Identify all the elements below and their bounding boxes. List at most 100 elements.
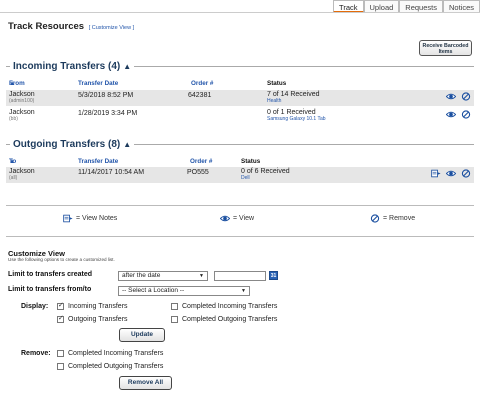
display-label: Display: [21, 303, 49, 310]
checkbox-label: Completed Outgoing Transfers [182, 316, 278, 323]
checkbox-label: Completed Outgoing Transfers [68, 363, 164, 370]
view-eye-icon[interactable] [446, 169, 456, 178]
view-eye-icon[interactable] [446, 92, 456, 101]
limit-location-label: Limit to transfers from/to [8, 286, 92, 293]
location-select-value: -- Select a Location -- [122, 287, 185, 294]
row-name: Jackson (bb) [9, 109, 35, 122]
page-title-text: Track Resources [8, 21, 85, 32]
divider [6, 236, 474, 237]
display-outgoing-checkbox[interactable]: Outgoing Transfers [57, 314, 128, 323]
remove-circle-icon[interactable] [461, 110, 471, 119]
date-input[interactable] [214, 271, 266, 281]
customize-view-description: Use the following options to create a cu… [8, 257, 115, 262]
legend-notes: = View Notes [63, 214, 117, 223]
receive-barcoded-items-button[interactable]: Receive Barcoded Items [419, 40, 472, 56]
display-completed-incoming-checkbox[interactable]: Completed Incoming Transfers [171, 303, 277, 310]
legend-remove: = Remove [370, 214, 415, 223]
name-text: Jackson [9, 91, 35, 98]
remove-label: Remove: [21, 350, 51, 357]
checkbox[interactable] [171, 316, 178, 323]
row-actions [431, 169, 471, 178]
date-filter-value: after the date [122, 272, 161, 279]
checkbox-label: Incoming Transfers [68, 303, 128, 310]
status-detail: Health [267, 98, 282, 104]
collapse-arrow-icon[interactable]: ▲ [123, 62, 131, 71]
col-order[interactable]: Order # [190, 158, 212, 165]
checkbox[interactable] [57, 363, 64, 370]
col-transfer-date[interactable]: Transfer Date [78, 158, 118, 165]
col-order[interactable]: Order # [191, 80, 213, 87]
checkbox[interactable] [171, 303, 178, 310]
divider [6, 143, 10, 145]
outgoing-table-header: To ▲ Transfer Date Order # Status [9, 158, 472, 166]
user-text: (admin100) [9, 98, 35, 104]
view-notes-icon [63, 214, 73, 223]
row-date: 5/3/2018 8:52 PM [78, 92, 134, 99]
chevron-down-icon: ▼ [199, 273, 204, 279]
legend-notes-label: = View Notes [76, 215, 118, 222]
table-row: Jackson (all) 11/14/2017 10:54 AM PO555 0… [6, 167, 474, 183]
view-eye-icon [220, 215, 230, 222]
legend-remove-label: = Remove [383, 215, 416, 222]
incoming-section-header: Incoming Transfers (4) ▲ [6, 60, 474, 72]
limit-created-label: Limit to transfers created [8, 271, 93, 278]
incoming-table-header: From ▲ Transfer Date Order # Status [9, 80, 472, 88]
status-detail: Samsung Galaxy 10.1 Tab [267, 116, 326, 122]
row-order: 642381 [188, 92, 212, 99]
sort-arrow-icon: ▲ [9, 158, 16, 165]
update-button[interactable]: Update [119, 328, 165, 342]
remove-completed-outgoing-checkbox[interactable]: Completed Outgoing Transfers [57, 363, 163, 370]
remove-circle-icon[interactable] [461, 169, 471, 178]
legend-view: = View [220, 214, 254, 223]
remove-completed-incoming-checkbox[interactable]: Completed Incoming Transfers [57, 350, 163, 357]
divider [134, 143, 474, 145]
display-incoming-checkbox[interactable]: Incoming Transfers [57, 301, 128, 310]
outgoing-section-header: Outgoing Transfers (8) ▲ [6, 138, 474, 150]
divider [6, 205, 474, 206]
table-row: Jackson (admin100) 5/3/2018 8:52 PM 64238… [6, 90, 474, 106]
display-completed-outgoing-checkbox[interactable]: Completed Outgoing Transfers [171, 316, 277, 323]
date-filter-select[interactable]: after the date ▼ [118, 271, 208, 281]
page-title: Track Resources [ Customize View ] [8, 21, 134, 32]
customize-view-link[interactable]: [ Customize View ] [89, 25, 134, 31]
checkbox[interactable] [57, 301, 64, 310]
row-status: 0 of 1 Received Samsung Galaxy 10.1 Tab [267, 109, 326, 122]
table-row: Jackson (bb) 1/28/2019 3:34 PM 0 of 1 Rec… [6, 108, 474, 124]
checkbox[interactable] [57, 314, 64, 323]
sort-arrow-icon: ▲ [9, 80, 16, 87]
checkbox-label: Completed Incoming Transfers [182, 303, 278, 310]
checkbox-label: Completed Incoming Transfers [68, 350, 164, 357]
checkbox[interactable] [57, 350, 64, 357]
outgoing-heading: Outgoing Transfers (8) [13, 138, 121, 150]
divider [6, 65, 10, 67]
name-text: Jackson [9, 168, 35, 175]
row-order: PO555 [187, 169, 209, 176]
col-status: Status [241, 158, 261, 165]
remove-all-button[interactable]: Remove All [119, 376, 172, 390]
row-status: 7 of 14 Received Health [267, 91, 320, 104]
status-text: 0 of 6 Received [241, 168, 290, 175]
name-text: Jackson [9, 109, 35, 116]
location-select[interactable]: -- Select a Location -- ▼ [118, 286, 250, 296]
remove-circle-icon[interactable] [461, 92, 471, 101]
row-date: 1/28/2019 3:34 PM [78, 110, 138, 117]
calendar-icon[interactable]: 31 [269, 271, 278, 280]
row-date: 11/14/2017 10:54 AM [78, 169, 145, 176]
legend-view-label: = View [233, 215, 255, 222]
row-actions [446, 110, 471, 119]
chevron-down-icon: ▼ [241, 288, 246, 294]
icon-legend: = View Notes = View = Remove [0, 214, 480, 226]
row-name: Jackson (admin100) [9, 91, 35, 104]
col-transfer-date[interactable]: Transfer Date [78, 80, 118, 87]
divider [134, 65, 474, 67]
collapse-arrow-icon[interactable]: ▲ [123, 140, 131, 149]
col-status: Status [267, 80, 287, 87]
view-notes-icon[interactable] [431, 169, 441, 178]
user-text: (all) [9, 175, 18, 181]
row-status: 0 of 6 Received Dell [241, 168, 290, 181]
row-actions [446, 92, 471, 101]
checkbox-label: Outgoing Transfers [68, 316, 128, 323]
view-eye-icon[interactable] [446, 110, 456, 119]
status-detail: Dell [241, 175, 250, 181]
row-name: Jackson (all) [9, 168, 35, 181]
